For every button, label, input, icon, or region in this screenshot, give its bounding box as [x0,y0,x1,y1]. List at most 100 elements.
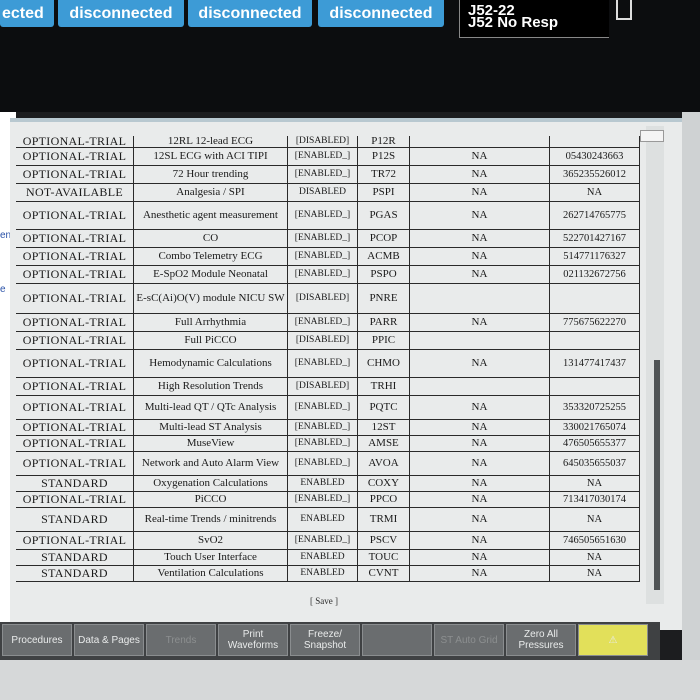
cell-col5 [410,332,550,349]
cell-state: [ENABLED_] [288,532,358,549]
save-link[interactable]: [ Save ] [310,596,338,606]
table-row[interactable]: OPTIONAL-TRIAL Full Arrhythmia [ENABLED_] P… [16,314,640,332]
cell-col5: NA [410,452,550,475]
cell-col6: 021132672756 [550,266,640,283]
cell-col5: NA [410,184,550,201]
cell-status: STANDARD [16,550,134,565]
cell-status: OPTIONAL-TRIAL [16,492,134,507]
status-line2: J52 No Resp [468,14,559,31]
cell-status: OPTIONAL-TRIAL [16,284,134,313]
cell-description: PiCCO [134,492,288,507]
data-pages-button[interactable]: Data & Pages [74,624,144,656]
cell-description: 72 Hour trending [134,166,288,183]
cell-col5: NA [410,550,550,565]
cell-col6: 645035655037 [550,452,640,475]
table-row[interactable]: OPTIONAL-TRIAL E-sC(Ai)O(V) module NICU S… [16,284,640,314]
table-row[interactable]: OPTIONAL-TRIAL Full PiCCO [DISABLED] PPIC [16,332,640,350]
cell-col5: NA [410,476,550,491]
zero-all-pressures-button[interactable]: Zero All Pressures [506,624,576,656]
status-box[interactable]: J52-22 J52 No Resp [459,0,609,38]
cell-col5 [410,136,550,147]
cell-code: AVOA [358,452,410,475]
cell-state: [ENABLED_] [288,248,358,265]
cell-col5: NA [410,202,550,229]
table-row[interactable]: OPTIONAL-TRIAL PiCCO [ENABLED_] PPCO NA 71341… [16,492,640,508]
cell-description: 12SL ECG with ACI TIPI [134,148,288,165]
table-row[interactable]: STANDARD Real-time Trends / minitrends ENA… [16,508,640,532]
cell-description: Ventilation Calculations [134,566,288,581]
trends-button[interactable]: Trends [146,624,216,656]
table-row[interactable]: OPTIONAL-TRIAL Multi-lead QT / QTc Analys… [16,396,640,420]
alarm-icon-button[interactable]: ⚠ [578,624,648,656]
blank-button[interactable] [362,624,432,656]
table-row[interactable]: OPTIONAL-TRIAL Hemodynamic Calculations [E… [16,350,640,378]
st-auto-grid-button[interactable]: ST Auto Grid [434,624,504,656]
table-row[interactable]: OPTIONAL-TRIAL CO [ENABLED_] PCOP NA 52270142… [16,230,640,248]
table-row[interactable]: OPTIONAL-TRIAL Network and Auto Alarm Vie… [16,452,640,476]
tab-ected[interactable]: ected [0,0,54,27]
table-row[interactable]: STANDARD Ventilation Calculations ENABLED C… [16,566,640,582]
cell-description: High Resolution Trends [134,378,288,395]
cell-description: Touch User Interface [134,550,288,565]
cell-status: OPTIONAL-TRIAL [16,166,134,183]
cell-state: ENABLED [288,508,358,531]
cell-col5: NA [410,436,550,451]
cell-col5: NA [410,248,550,265]
scroll-up-arrow[interactable] [640,130,664,142]
cell-col6: NA [550,566,640,581]
cell-code: PCOP [358,230,410,247]
tab-disconnected-1[interactable]: disconnected [58,0,184,27]
cell-description: Full PiCCO [134,332,288,349]
freeze-snapshot-button[interactable]: Freeze/ Snapshot [290,624,360,656]
cell-status: STANDARD [16,566,134,581]
cell-description: MuseView [134,436,288,451]
cell-description: Analgesia / SPI [134,184,288,201]
cell-description: Full Arrhythmia [134,314,288,331]
cell-col5: NA [410,166,550,183]
cell-col6 [550,332,640,349]
cell-code: P12R [358,136,410,147]
cell-state: [DISABLED] [288,378,358,395]
cell-code: AMSE [358,436,410,451]
cell-description: Network and Auto Alarm View [134,452,288,475]
table-row[interactable]: OPTIONAL-TRIAL 72 Hour trending [ENABLED_]… [16,166,640,184]
table-row[interactable]: OPTIONAL-TRIAL SvO2 [ENABLED_] PSCV NA 746505… [16,532,640,550]
table-row[interactable]: OPTIONAL-TRIAL Combo Telemetry ECG [ENABLE… [16,248,640,266]
cell-col6: 05430243663 [550,148,640,165]
print-waveforms-button[interactable]: Print Waveforms [218,624,288,656]
tab-disconnected-3[interactable]: disconnected [318,0,444,27]
battery-icon [616,0,632,20]
table-row[interactable]: STANDARD Oxygenation Calculations ENABLED C… [16,476,640,492]
table-row[interactable]: OPTIONAL-TRIAL Anesthetic agent measureme… [16,202,640,230]
cell-col5: NA [410,350,550,377]
table-row[interactable]: STANDARD Touch User Interface ENABLED TOUC N… [16,550,640,566]
table-row[interactable]: OPTIONAL-TRIAL 12SL ECG with ACI TIPI [ENA… [16,148,640,166]
cell-state: [ENABLED_] [288,492,358,507]
scrollbar-thumb[interactable] [654,360,660,590]
table-row[interactable]: OPTIONAL-TRIAL E-SpO2 Module Neonatal [ENA… [16,266,640,284]
tab-disconnected-2[interactable]: disconnected [188,0,312,27]
cell-code: PSPI [358,184,410,201]
cell-state: [ENABLED_] [288,350,358,377]
cell-description: Real-time Trends / minitrends [134,508,288,531]
table-row[interactable]: OPTIONAL-TRIAL MuseView [ENABLED_] AMSE NA 47… [16,436,640,452]
cell-state: [ENABLED_] [288,314,358,331]
table-row[interactable]: OPTIONAL-TRIAL Multi-lead ST Analysis [ENA… [16,420,640,436]
cell-state: [ENABLED_] [288,436,358,451]
table-row[interactable]: OPTIONAL-TRIAL High Resolution Trends [DIS… [16,378,640,396]
cell-col6: 365235526012 [550,166,640,183]
table-row[interactable]: NOT-AVAILABLE Analgesia / SPI DISABLED PSPI… [16,184,640,202]
cell-status: OPTIONAL-TRIAL [16,266,134,283]
cell-code: PARR [358,314,410,331]
cell-col6: 476505655377 [550,436,640,451]
cell-code: CVNT [358,566,410,581]
cell-col5 [410,378,550,395]
cell-col6: 746505651630 [550,532,640,549]
cell-status: OPTIONAL-TRIAL [16,332,134,349]
procedures-button[interactable]: Procedures [2,624,72,656]
cell-code: TOUC [358,550,410,565]
cell-code: 12ST [358,420,410,435]
cell-col5: NA [410,492,550,507]
cell-state: [ENABLED_] [288,396,358,419]
cell-col6: NA [550,550,640,565]
